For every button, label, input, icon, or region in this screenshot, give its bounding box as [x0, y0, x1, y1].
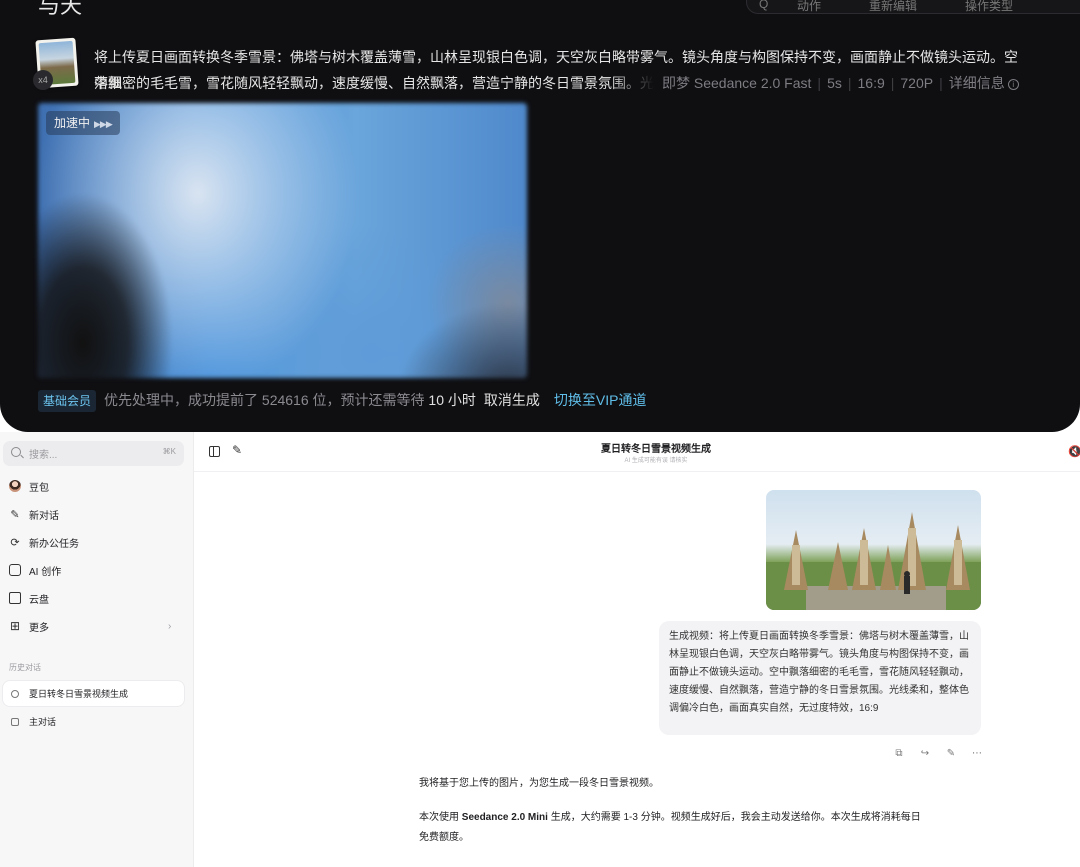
history-item[interactable]: 主对话 [3, 709, 184, 734]
chat-header: ✎ 夏日转冬日雪景视频生成 AI 生成可能有误 请核实 🔇 [194, 432, 1080, 472]
video-preview-blurred [38, 103, 527, 378]
history-item-label: 主对话 [29, 717, 57, 727]
sidebar-item-doubao[interactable]: 豆包 [9, 477, 49, 495]
mute-icon[interactable]: 🔇 [1068, 445, 1080, 458]
model-name-bold: Seedance 2.0 Mini [461, 812, 548, 823]
aspect-ratio: 16:9 [857, 75, 885, 91]
video-generation-panel: 与天 Q 动作 重新编辑 操作类型 x4 将上传夏日画面转换冬季雪景：佛塔与树木… [0, 0, 1080, 432]
toolbar-item-operation[interactable]: 操作类型 [965, 0, 1013, 14]
ai-reply-line-2: 本次使用 Seedance 2.0 Mini 生成，大约需要 1-3 分钟。视频… [419, 812, 921, 823]
ai-reply-line-1: 我将基于您上传的图片，为您生成一段冬日雪景视频。 [419, 778, 659, 789]
toolbar-item-action[interactable]: 动作 [797, 0, 821, 14]
play-arrows-icon: ▶▶▶ [94, 119, 113, 129]
grid-icon: ⊞ [9, 619, 21, 633]
search-icon[interactable]: Q [759, 0, 768, 11]
history-item-label: 夏日转冬日雪景视频生成 [29, 689, 129, 699]
info-icon[interactable]: i [1007, 78, 1019, 90]
cancel-generation-button[interactable]: 取消生成 [484, 392, 540, 408]
prompt-text-line-2: 落细密的毛毛雪，雪花随风轻轻飘动，速度缓慢、自然飘落，营造宁静的冬日雪景氛围。光… [94, 75, 654, 91]
sidebar-item-label: 新对话 [29, 510, 59, 522]
top-toolbar: Q 动作 重新编辑 操作类型 [746, 0, 1080, 14]
sidebar-item-label: AI 创作 [29, 566, 62, 578]
sidebar-item-office-task[interactable]: ⟳ 新办公任务 [9, 533, 79, 551]
switch-vip-button[interactable]: 切换至VIP通道 [554, 392, 647, 408]
history-section-label: 历史对话 [9, 663, 41, 672]
edit-icon: ✎ [10, 508, 20, 521]
sidebar-item-more[interactable]: ⊞ 更多 › [9, 617, 189, 635]
wait-hours: 10 [428, 392, 444, 408]
search-input[interactable]: 搜索... ⌘K [3, 441, 184, 466]
avatar-icon [9, 480, 21, 492]
sidebar-item-label: 新办公任务 [29, 538, 79, 550]
sidebar-item-label: 更多 [29, 622, 49, 634]
folder-icon [9, 592, 21, 604]
search-shortcut: ⌘K [162, 447, 176, 456]
sidebar-item-cloud-drive[interactable]: 云盘 [9, 589, 49, 607]
cut-off-heading: 与天 [38, 0, 83, 19]
sidebar-item-new-chat[interactable]: ✎ 新对话 [9, 505, 59, 523]
details-link[interactable]: 详细信息 [949, 75, 1005, 91]
chat-title: 夏日转冬日雪景视频生成 [601, 444, 711, 455]
office-task-icon: ⟳ [10, 536, 20, 549]
uploaded-pagoda-image[interactable] [766, 490, 981, 610]
sidebar: 搜索... ⌘K 豆包 ✎ 新对话 ⟳ 新办公任务 AI 创作 云盘 ⊞ 更多 … [0, 432, 194, 867]
more-icon[interactable]: ⋯ [970, 748, 984, 762]
share-icon[interactable]: ↪ [918, 748, 932, 762]
search-icon [11, 447, 21, 457]
edit-icon[interactable]: ✎ [944, 748, 958, 762]
sidebar-item-label: 豆包 [29, 482, 49, 494]
chevron-right-icon: › [168, 620, 172, 632]
ai-reply-line-3: 免费额度。 [419, 832, 469, 843]
sidebar-item-label: 云盘 [29, 594, 49, 606]
chat-bubble-icon [11, 689, 19, 698]
document-icon [11, 717, 19, 726]
history-item-active[interactable]: 夏日转冬日雪景视频生成 [3, 681, 184, 706]
toolbar-item-reedit[interactable]: 重新编辑 [869, 0, 917, 14]
image-create-icon [9, 564, 21, 576]
model-name: 即梦 Seedance 2.0 Fast [662, 75, 812, 91]
queue-text: 优先处理中，成功提前了 524616 位，预计还需等待 [104, 392, 425, 408]
message-actions: ⧉ ↪ ✎ ⋯ [892, 748, 984, 762]
duration: 5s [827, 75, 842, 91]
copy-icon[interactable]: ⧉ [892, 748, 906, 762]
queue-status: 基础会员 优先处理中，成功提前了 524616 位，预计还需等待 10 小时 取消生… [38, 388, 646, 412]
wait-unit: 小时 [447, 392, 476, 408]
user-message-bubble: 生成视频：将上传夏日画面转换冬季雪景：佛塔与树木覆盖薄雪，山林呈现银白色调，天空… [659, 621, 981, 735]
accelerating-badge: 加速中 ▶▶▶ [46, 111, 120, 135]
generation-meta: 即梦 Seedance 2.0 Fast | 5s | 16:9 | 720P | 详细信息 i [662, 70, 1019, 96]
sidebar-item-ai-create[interactable]: AI 创作 [9, 561, 61, 579]
chat-subtitle: AI 生成可能有误 请核实 [624, 458, 688, 464]
resolution: 720P [900, 75, 934, 91]
member-badge: 基础会员 [38, 390, 97, 412]
chat-main: ✎ 夏日转冬日雪景视频生成 AI 生成可能有误 请核实 🔇 生成视频：将上传夏日… [194, 432, 1080, 867]
thumbnail-count-badge: x4 [33, 70, 53, 90]
search-placeholder: 搜索... [29, 450, 58, 461]
